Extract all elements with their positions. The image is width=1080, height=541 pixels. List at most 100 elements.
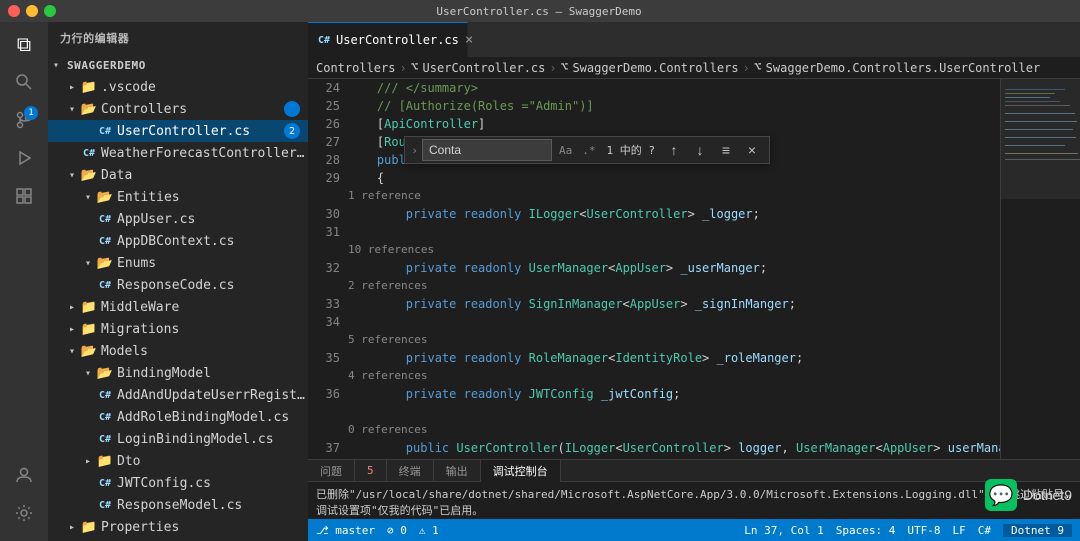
folder-enums-icon: 📂 xyxy=(96,256,114,271)
find-label: › xyxy=(411,144,418,157)
panel-tab-output[interactable]: 输出 xyxy=(434,460,481,482)
folder-properties-icon: 📁 xyxy=(80,520,98,535)
code-line: private readonly UserManager<AppUser> _u… xyxy=(348,259,996,277)
watermark-label: Dotnet9 xyxy=(1023,487,1072,503)
find-count: 1 中的 ? xyxy=(603,142,660,158)
sidebar-item-appdbcontext[interactable]: C# AppDBContext.cs xyxy=(48,230,308,252)
cs-appdb-icon: C# xyxy=(96,236,114,247)
breadcrumb-part-5[interactable]: SwaggerDemo.Controllers xyxy=(572,61,738,75)
breadcrumb-part-6[interactable]: ⌥ xyxy=(754,60,762,75)
activity-extensions[interactable] xyxy=(6,178,42,214)
code-line: [ApiController] xyxy=(348,115,996,133)
breadcrumb-part-1[interactable]: Controllers xyxy=(316,61,395,75)
breadcrumb-part-2[interactable]: ⌥ xyxy=(411,60,419,75)
activity-debug[interactable] xyxy=(6,140,42,176)
title-bar: UserController.cs — SwaggerDemo xyxy=(0,0,1080,22)
find-prev-button[interactable]: ↑ xyxy=(663,139,685,161)
sidebar-item-responsecode[interactable]: C# ResponseCode.cs xyxy=(48,274,308,296)
status-lineending[interactable]: LF xyxy=(953,524,966,537)
sidebar-item-usercontroller[interactable]: C# UserController.cs 2 xyxy=(48,120,308,142)
usercontroller-badge: 2 xyxy=(284,123,300,139)
panel-line-1: 已删除"/usr/local/share/dotnet/shared/Micro… xyxy=(316,486,1072,502)
panel-tab-terminal[interactable]: 终端 xyxy=(387,460,434,482)
line-numbers: 24 25 26 27 28 29 30 31 32 33 34 35 36 xyxy=(308,79,348,459)
folder-dto-icon: 📁 xyxy=(96,454,114,469)
sidebar-item-jwtconfig[interactable]: C# JWTConfig.cs xyxy=(48,472,308,494)
code-line xyxy=(348,403,996,421)
status-position[interactable]: Ln 37, Col 1 xyxy=(744,524,823,537)
sidebar-item-dto[interactable]: ▸ 📁 Dto xyxy=(48,450,308,472)
sidebar-item-responsemodel[interactable]: C# ResponseModel.cs xyxy=(48,494,308,516)
window-controls[interactable] xyxy=(8,5,56,17)
sidebar-item-vscode[interactable]: ▸ 📁 .vscode xyxy=(48,76,308,98)
breadcrumb-part-4[interactable]: ⌥ xyxy=(561,60,569,75)
panel-tab-problems-count[interactable]: 5 xyxy=(355,460,387,482)
panel-tab-problems[interactable]: 问题 xyxy=(308,460,355,482)
sidebar-item-loginbinding[interactable]: C# LoginBindingModel.cs xyxy=(48,428,308,450)
minimap[interactable] xyxy=(1000,79,1080,459)
bottom-panel: 问题 5 终端 输出 调试控制台 已删除"/usr/local/share/do… xyxy=(308,459,1080,519)
status-warnings[interactable]: ⚠ 1 xyxy=(419,524,439,537)
sidebar-item-migrations[interactable]: ▸ 📁 Migrations xyxy=(48,318,308,340)
status-branch[interactable]: ⎇ master xyxy=(316,524,375,537)
activity-files[interactable]: ⧉ xyxy=(6,26,42,62)
code-line-ref: 0 references xyxy=(348,421,996,439)
folder-migrations-icon: 📁 xyxy=(80,322,98,337)
sidebar-item-middleware[interactable]: ▸ 📁 MiddleWare xyxy=(48,296,308,318)
folder-binding-icon: 📂 xyxy=(96,366,114,381)
status-dotnet: Dotnet 9 xyxy=(1003,524,1072,537)
code-line-ref: 2 references xyxy=(348,277,996,295)
status-language[interactable]: C# xyxy=(978,524,991,537)
sidebar-item-appuser[interactable]: C# AppUser.cs xyxy=(48,208,308,230)
cs-icon-2: C# xyxy=(80,148,98,159)
sidebar-item-weathercontroller[interactable]: C# WeatherForecastController.cs xyxy=(48,142,308,164)
activity-settings[interactable] xyxy=(6,495,42,531)
status-encoding[interactable]: UTF-8 xyxy=(907,524,940,537)
find-aa-button[interactable]: Aa xyxy=(556,144,575,157)
cs-icon: C# xyxy=(96,126,114,137)
folder-middleware-icon: 📁 xyxy=(80,300,98,315)
sidebar-item-addrole[interactable]: C# AddRoleBindingModel.cs xyxy=(48,406,308,428)
tab-close-button[interactable]: × xyxy=(465,32,473,48)
sidebar-item-enums[interactable]: ▾ 📂 Enums xyxy=(48,252,308,274)
sidebar-item-properties[interactable]: ▸ 📁 Properties xyxy=(48,516,308,538)
code-line-ref: 10 references xyxy=(348,241,996,259)
tab-label: UserController.cs xyxy=(336,33,459,47)
sidebar-item-entities[interactable]: ▾ 📂 Entities xyxy=(48,186,308,208)
cs-jwtconfig-icon: C# xyxy=(96,478,114,489)
activity-git[interactable]: 1 xyxy=(6,102,42,138)
minimize-button[interactable] xyxy=(26,5,38,17)
panel-tab-debug[interactable]: 调试控制台 xyxy=(481,460,561,482)
cs-appuser-icon: C# xyxy=(96,214,114,225)
activity-search[interactable] xyxy=(6,64,42,100)
tab-usercontroller[interactable]: C# UserController.cs × xyxy=(308,22,468,57)
breadcrumb-part-3[interactable]: UserController.cs xyxy=(423,61,546,75)
find-close-button[interactable]: × xyxy=(741,139,763,161)
sidebar-item-controllers[interactable]: ▾ 📂 Controllers xyxy=(48,98,308,120)
code-line: private readonly RoleManager<IdentityRol… xyxy=(348,349,996,367)
sidebar-header: 力行的编辑器 xyxy=(48,22,308,54)
cs-responsemodel-icon: C# xyxy=(96,500,114,511)
tab-icon: C# xyxy=(318,35,330,46)
find-regex-button[interactable]: .* xyxy=(579,144,598,157)
sidebar-item-swaggerdemo[interactable]: ▾ SWAGGERDEMO xyxy=(48,54,308,76)
find-input[interactable] xyxy=(422,139,552,161)
status-errors[interactable]: ⊘ 0 xyxy=(387,524,407,537)
activity-account[interactable] xyxy=(6,457,42,493)
code-line: /// </summary> xyxy=(348,79,996,97)
sidebar-item-bindingmodel[interactable]: ▾ 📂 BindingModel xyxy=(48,362,308,384)
sidebar-item-data[interactable]: ▾ 📂 Data xyxy=(48,164,308,186)
breadcrumb-part-7[interactable]: SwaggerDemo.Controllers.UserController xyxy=(766,61,1041,75)
panel-line-2: 调试设置项"仅我的代码"已启用。 xyxy=(316,502,1072,518)
find-next-button[interactable]: ↓ xyxy=(689,139,711,161)
sidebar-item-addandupdate[interactable]: C# AddAndUpdateUserrRegisterBindingModel… xyxy=(48,384,308,406)
sidebar-item-models[interactable]: ▾ 📂 Models xyxy=(48,340,308,362)
status-bar: ⎇ master ⊘ 0 ⚠ 1 Ln 37, Col 1 Spaces: 4 … xyxy=(308,519,1080,541)
status-spaces[interactable]: Spaces: 4 xyxy=(836,524,896,537)
code-line-ref: 4 references xyxy=(348,367,996,385)
close-button[interactable] xyxy=(8,5,20,17)
folder-models-icon: 📂 xyxy=(80,344,98,359)
code-line: public UserController(ILogger<UserContro… xyxy=(348,439,996,457)
find-more-button[interactable]: ≡ xyxy=(715,139,737,161)
maximize-button[interactable] xyxy=(44,5,56,17)
